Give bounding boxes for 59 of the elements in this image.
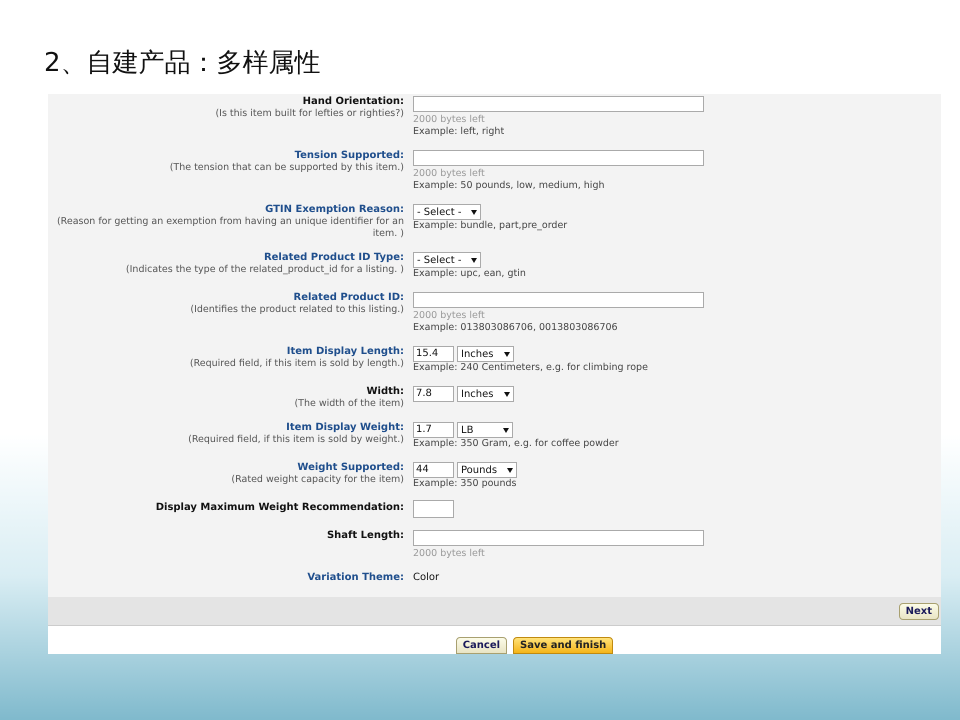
example-text: Example: bundle, part,pre_order [413, 220, 568, 232]
dropdown-arrow-icon [507, 468, 514, 472]
bytes-left-note: 2000 bytes left [413, 548, 485, 560]
field-hint: (Required field, if this item is sold by weight.) [188, 434, 404, 446]
dropdown-arrow-icon [471, 210, 478, 214]
field-label[interactable]: Variation Theme: [307, 572, 404, 584]
field-hint: (Rated weight capacity for the item) [231, 474, 404, 486]
field-hint: (The tension that can be supported by this item.) [170, 162, 404, 174]
dropdown-arrow-icon [504, 392, 510, 396]
bytes-left-note: 2000 bytes left [413, 310, 485, 322]
example-text: Example: 350 pounds [413, 478, 516, 490]
field-hint: (Identifies the product related to this listing.) [190, 304, 404, 316]
field-value: Color [413, 572, 440, 584]
number-field[interactable]: 7.8 [413, 386, 454, 402]
example-text: Example: left, right [413, 126, 504, 138]
dropdown-arrow-icon [471, 258, 478, 262]
text-field[interactable] [413, 292, 704, 308]
dropdown[interactable]: - Select - [413, 252, 482, 268]
example-text: Example: 350 Gram, e.g. for coffee powder [413, 438, 619, 450]
dropdown-arrow-icon [504, 352, 510, 356]
dropdown[interactable]: LB [457, 422, 513, 438]
field-hint: (Is this item built for lefties or righties?) [215, 108, 404, 120]
field-hint: (Reason for getting an exemption from having an unique identifier for an item. ) [56, 216, 404, 240]
field-label[interactable]: Tension Supported: [294, 150, 404, 162]
field-hint: (The width of the item) [294, 398, 404, 410]
bytes-left-note: 2000 bytes left [413, 168, 485, 180]
text-field[interactable] [413, 500, 454, 518]
field-label[interactable]: Item Display Weight: [286, 422, 404, 434]
bytes-left-note: 2000 bytes left [413, 114, 485, 126]
field-label[interactable]: Weight Supported: [297, 462, 404, 474]
dropdown[interactable]: Inches [457, 386, 514, 402]
field-label: Hand Orientation: [302, 96, 404, 108]
field-label[interactable]: Related Product ID Type: [264, 252, 404, 264]
slide-title: 2、自建产品：多样属性 [43, 47, 322, 80]
next-button[interactable]: Next [898, 602, 939, 620]
field-label[interactable]: Item Display Length: [286, 346, 404, 358]
field-label: Shaft Length: [326, 530, 404, 542]
text-field[interactable] [413, 530, 704, 546]
example-text: Example: upc, ean, gtin [413, 268, 526, 280]
field-label[interactable]: Related Product ID: [294, 292, 404, 304]
save-button[interactable]: Save and finish [513, 637, 614, 654]
field-label[interactable]: GTIN Exemption Reason: [265, 204, 404, 216]
cancel-button[interactable]: Cancel [456, 637, 508, 654]
example-text: Example: 240 Centimeters, e.g. for climbing rope [413, 362, 648, 374]
field-label: Display Maximum Weight Recommendation: [156, 502, 404, 514]
number-field[interactable]: 1.7 [413, 422, 454, 438]
field-hint: (Indicates the type of the related_product_id for a listing. ) [126, 264, 404, 276]
example-text: Example: 50 pounds, low, medium, high [413, 180, 605, 192]
field-label: Width: [366, 386, 404, 398]
example-text: Example: 013803086706, 0013803086706 [413, 322, 618, 334]
text-field[interactable] [413, 150, 704, 166]
dropdown[interactable]: - Select - [413, 204, 482, 220]
dropdown[interactable]: Pounds [457, 462, 518, 478]
field-hint: (Required field, if this item is sold by length.) [190, 358, 404, 370]
number-field[interactable]: 15.4 [413, 346, 454, 362]
number-field[interactable]: 44 [413, 462, 454, 478]
dropdown[interactable]: Inches [457, 346, 514, 362]
text-field[interactable] [413, 96, 704, 112]
dropdown-arrow-icon [503, 428, 509, 432]
